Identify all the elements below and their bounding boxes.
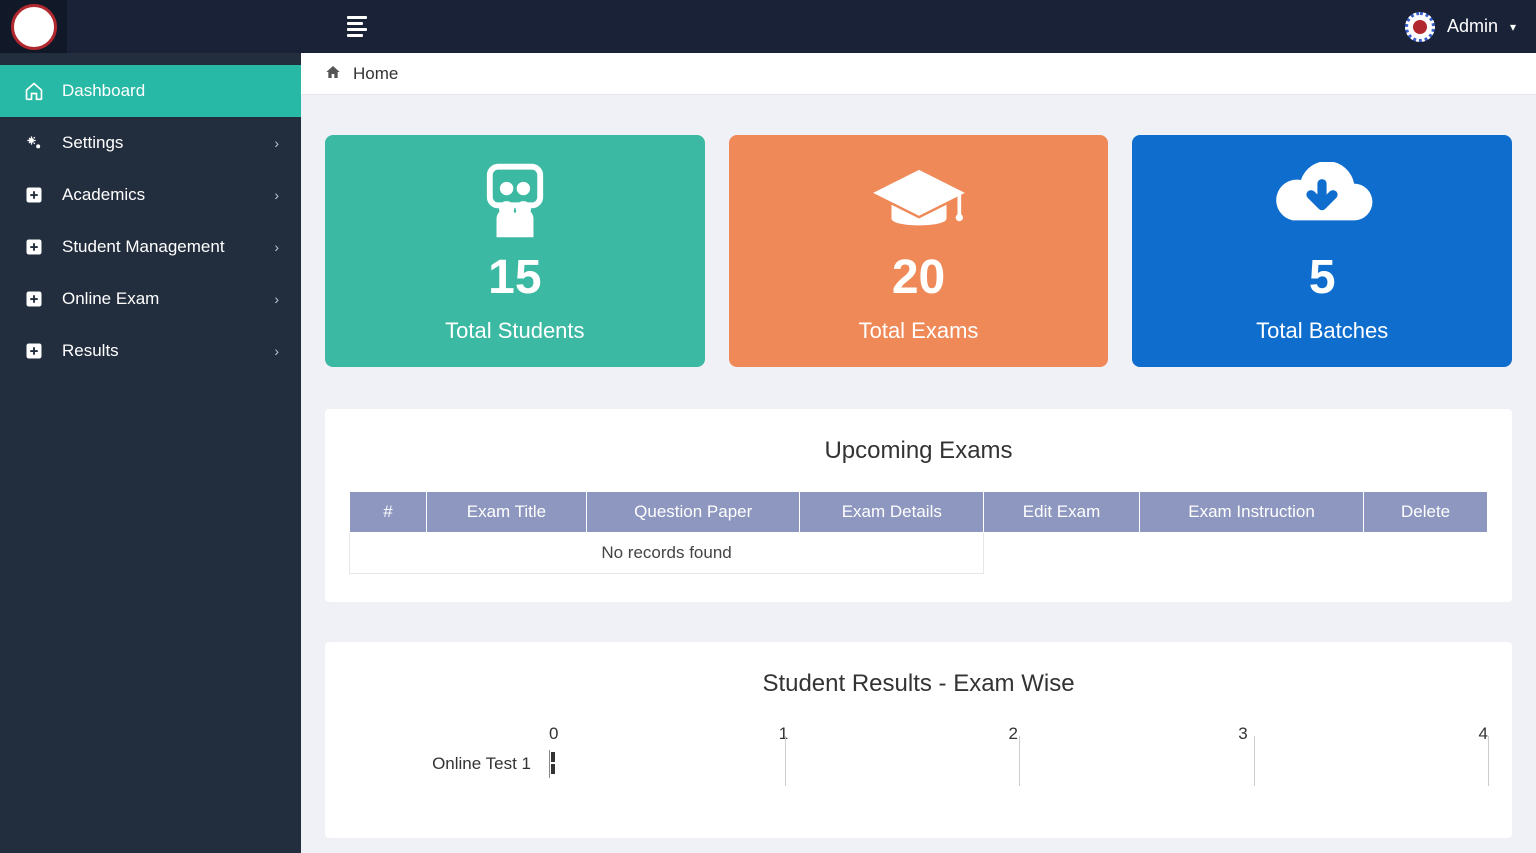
upcoming-exams-table: # Exam Title Question Paper Exam Details… [349, 491, 1488, 574]
sidebar-item-label: Online Exam [62, 289, 159, 309]
avatar-icon [1405, 12, 1435, 42]
graduation-cap-icon [864, 158, 974, 246]
sidebar-item-academics[interactable]: Academics › [0, 169, 301, 221]
stat-value: 15 [488, 254, 541, 302]
menu-toggle-icon[interactable] [347, 16, 367, 37]
gears-icon [24, 133, 44, 153]
student-results-panel: Student Results - Exam Wise 0 1 2 3 4 On… [325, 642, 1512, 838]
chart-bar-series-b [551, 764, 555, 774]
students-icon [473, 158, 557, 246]
sidebar-item-dashboard[interactable]: Dashboard [0, 65, 301, 117]
plus-square-icon [24, 186, 44, 204]
x-tick: 4 [1468, 724, 1488, 744]
sidebar-item-student-management[interactable]: Student Management › [0, 221, 301, 273]
stat-card-batches[interactable]: 5 Total Batches [1132, 135, 1512, 367]
plus-square-icon [24, 290, 44, 308]
chart-x-axis: 0 1 2 3 4 [349, 724, 1488, 744]
sidebar-item-online-exam[interactable]: Online Exam › [0, 273, 301, 325]
content-area: 15 Total Students 20 Total Exams [301, 95, 1536, 853]
sidebar-item-label: Results [62, 341, 119, 361]
x-tick: 2 [1009, 724, 1239, 744]
logo-icon [11, 4, 57, 50]
upcoming-exams-panel: Upcoming Exams # Exam Title Question Pap… [325, 409, 1512, 602]
home-icon[interactable] [325, 64, 341, 84]
sidebar-item-results[interactable]: Results › [0, 325, 301, 377]
col-delete: Delete [1364, 492, 1488, 533]
stat-card-students[interactable]: 15 Total Students [325, 135, 705, 367]
home-outline-icon [24, 81, 44, 101]
stat-value: 5 [1309, 254, 1336, 302]
x-tick: 0 [549, 724, 779, 744]
stat-cards: 15 Total Students 20 Total Exams [325, 135, 1512, 367]
chart-track [549, 750, 1488, 778]
plus-square-icon [24, 238, 44, 256]
app-logo[interactable] [0, 0, 67, 53]
col-exam-details: Exam Details [800, 492, 984, 533]
col-question-paper: Question Paper [586, 492, 800, 533]
col-exam-instruction: Exam Instruction [1139, 492, 1363, 533]
stat-label: Total Exams [859, 318, 979, 344]
empty-message: No records found [350, 533, 984, 574]
plus-square-icon [24, 342, 44, 360]
stat-label: Total Students [445, 318, 584, 344]
sidebar-item-label: Student Management [62, 237, 225, 257]
chevron-down-icon: ▾ [1510, 20, 1516, 34]
cloud-download-icon [1267, 158, 1377, 246]
col-edit-exam: Edit Exam [984, 492, 1140, 533]
sidebar: Dashboard Settings › Academics › Student… [0, 53, 301, 853]
x-tick: 1 [779, 724, 1009, 744]
sidebar-item-settings[interactable]: Settings › [0, 117, 301, 169]
topbar-left [0, 0, 367, 53]
chart-row: Online Test 1 [349, 750, 1488, 778]
topbar: Admin ▾ [0, 0, 1536, 53]
col-index: # [350, 492, 427, 533]
chevron-right-icon: › [274, 343, 279, 359]
chevron-right-icon: › [274, 291, 279, 307]
chart-bar-series-a [551, 752, 555, 762]
x-tick: 3 [1238, 724, 1468, 744]
stat-value: 20 [892, 254, 945, 302]
user-menu[interactable]: Admin ▾ [1405, 12, 1516, 42]
main-content: Home 15 Total Students [301, 53, 1536, 853]
breadcrumb: Home [301, 53, 1536, 95]
chevron-right-icon: › [274, 187, 279, 203]
sidebar-item-label: Academics [62, 185, 145, 205]
sidebar-item-label: Dashboard [62, 81, 145, 101]
stat-card-exams[interactable]: 20 Total Exams [729, 135, 1109, 367]
sidebar-item-label: Settings [62, 133, 123, 153]
breadcrumb-title: Home [353, 64, 398, 84]
chart-category-label: Online Test 1 [349, 754, 549, 774]
stat-label: Total Batches [1256, 318, 1388, 344]
chevron-right-icon: › [274, 135, 279, 151]
panel-title: Student Results - Exam Wise [349, 670, 1488, 698]
panel-title: Upcoming Exams [349, 437, 1488, 465]
col-exam-title: Exam Title [426, 492, 586, 533]
chevron-right-icon: › [274, 239, 279, 255]
table-row-empty: No records found [350, 533, 1488, 574]
user-label: Admin [1447, 16, 1498, 37]
